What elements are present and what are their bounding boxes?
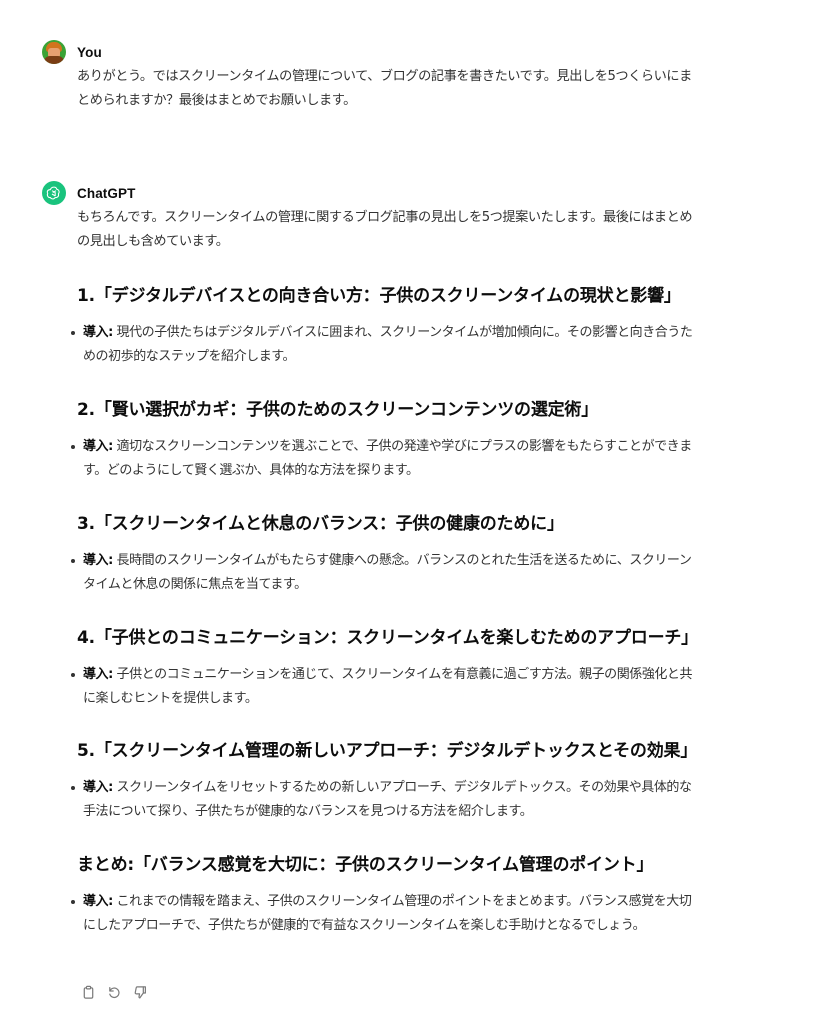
- section-3: 3.「スクリーンタイムと休息のバランス：子供の健康のために」 導入: 長時間のス…: [71, 511, 717, 597]
- bullet-lead: 導入:: [83, 780, 113, 795]
- bullet-text: 子供とのコミュニケーションを通じて、スクリーンタイムを有意義に過ごす方法。親子の…: [83, 667, 693, 706]
- section-summary: まとめ:「バランス感覚を大切に：子供のスクリーンタイム管理のポイント」 導入: …: [71, 852, 717, 938]
- bullet-text: 長時間のスクリーンタイムがもたらす健康への懸念。バランスのとれた生活を送るために…: [83, 553, 692, 592]
- section-4: 4.「子供とのコミュニケーション：スクリーンタイムを楽しむためのアプローチ」 導…: [71, 625, 717, 711]
- bullet-text: 現代の子供たちはデジタルデバイスに囲まれ、スクリーンタイムが増加傾向に。その影響…: [83, 325, 693, 364]
- bullet-lead: 導入:: [83, 325, 113, 340]
- user-message: You ありがとう。ではスクリーンタイムの管理について、ブログの記事を書きたいで…: [42, 40, 702, 113]
- section-bullet: 導入: 適切なスクリーンコンテンツを選ぶことで、子供の発達や学びにプラスの影響を…: [71, 435, 701, 483]
- section-2: 2.「賢い選択がカギ：子供のためのスクリーンコンテンツの選定術」 導入: 適切な…: [71, 397, 717, 483]
- assistant-intro-text: もちろんです。スクリーンタイムの管理に関するブログ記事の見出しを5つ提案いたしま…: [77, 210, 693, 249]
- section-title: 3.「スクリーンタイムと休息のバランス：子供の健康のために」: [77, 514, 564, 534]
- section-bullet: 導入: 子供とのコミュニケーションを通じて、スクリーンタイムを有意義に過ごす方法…: [71, 663, 701, 711]
- assistant-author-name: ChatGPT: [77, 185, 136, 201]
- user-avatar: [42, 40, 66, 64]
- chatgpt-logo-icon: [42, 181, 66, 205]
- bullet-lead: 導入:: [83, 667, 113, 682]
- bullet-lead: 導入:: [83, 894, 113, 909]
- assistant-message: ChatGPT もちろんです。スクリーンタイムの管理に関するブログ記事の見出しを…: [42, 181, 702, 933]
- user-message-header: You: [42, 40, 702, 64]
- section-title: 2.「賢い選択がカギ：子供のためのスクリーンコンテンツの選定術」: [77, 400, 599, 420]
- bullet-lead: 導入:: [83, 439, 113, 454]
- assistant-message-header: ChatGPT: [42, 181, 702, 205]
- section-bullet: 導入: 長時間のスクリーンタイムがもたらす健康への懸念。バランスのとれた生活を送…: [71, 549, 701, 597]
- user-author-name: You: [77, 44, 102, 60]
- section-5: 5.「スクリーンタイム管理の新しいアプローチ：デジタルデトックスとその効果」 導…: [71, 738, 717, 824]
- section-bullet: 導入: 現代の子供たちはデジタルデバイスに囲まれ、スクリーンタイムが増加傾向に。…: [71, 321, 701, 369]
- section-title: 1.「デジタルデバイスとの向き合い方：子供のスクリーンタイムの現状と影響」: [77, 286, 681, 306]
- bullet-text: これまでの情報を踏まえ、子供のスクリーンタイム管理のポイントをまとめます。バラン…: [83, 894, 692, 933]
- bullet-lead: 導入:: [83, 553, 113, 568]
- thumbs-down-icon[interactable]: [131, 983, 149, 1001]
- regenerate-icon[interactable]: [105, 983, 123, 1001]
- bullet-text: スクリーンタイムをリセットするための新しいアプローチ、デジタルデトックス。その効…: [83, 780, 692, 819]
- bullet-text: 適切なスクリーンコンテンツを選ぶことで、子供の発達や学びにプラスの影響をもたらす…: [83, 439, 692, 478]
- section-bullet: 導入: スクリーンタイムをリセットするための新しいアプローチ、デジタルデトックス…: [71, 776, 701, 824]
- section-title: 5.「スクリーンタイム管理の新しいアプローチ：デジタルデトックスとその効果」: [77, 741, 698, 761]
- section-title: まとめ:「バランス感覚を大切に：子供のスクリーンタイム管理のポイント」: [77, 855, 654, 875]
- section-1: 1.「デジタルデバイスとの向き合い方：子供のスクリーンタイムの現状と影響」 導入…: [71, 283, 717, 369]
- message-actions: [79, 983, 149, 1001]
- user-message-text: ありがとう。ではスクリーンタイムの管理について、ブログの記事を書きたいです。見出…: [77, 69, 692, 108]
- section-title: 4.「子供とのコミュニケーション：スクリーンタイムを楽しむためのアプローチ」: [77, 628, 698, 648]
- section-bullet: 導入: これまでの情報を踏まえ、子供のスクリーンタイム管理のポイントをまとめます…: [71, 890, 701, 938]
- copy-icon[interactable]: [79, 983, 97, 1001]
